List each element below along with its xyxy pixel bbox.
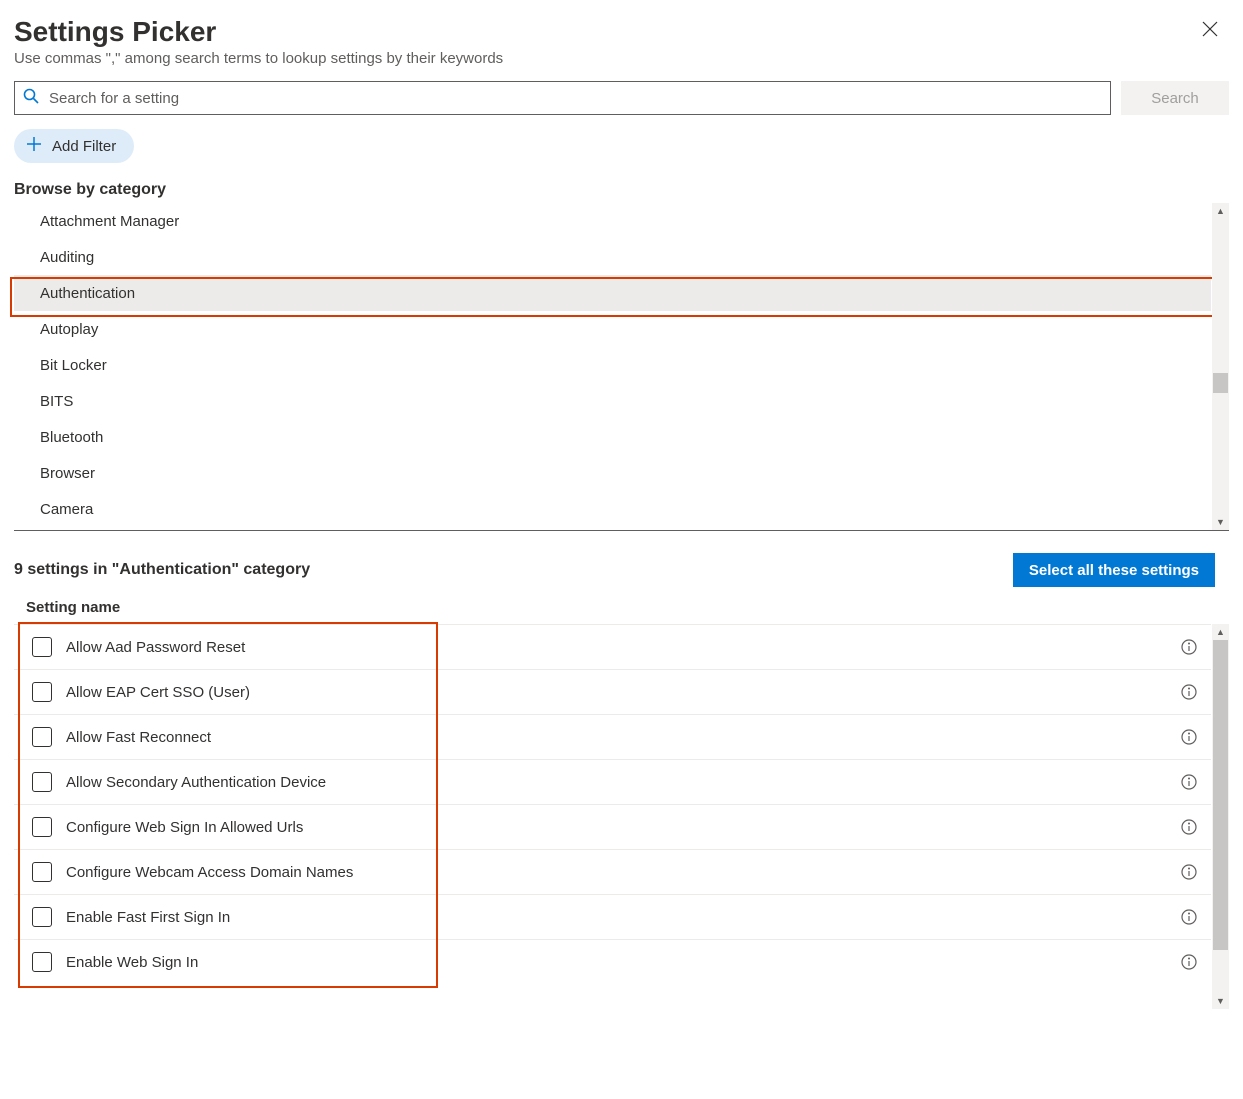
category-item[interactable]: Bluetooth <box>14 419 1211 455</box>
setting-checkbox[interactable] <box>32 772 52 792</box>
setting-row: Enable Web Sign In <box>14 939 1211 984</box>
settings-scrollbar[interactable]: ▲ ▼ <box>1212 624 1229 1009</box>
search-icon <box>23 88 47 109</box>
setting-checkbox[interactable] <box>32 727 52 747</box>
search-button[interactable]: Search <box>1121 81 1229 115</box>
info-icon[interactable] <box>1181 954 1197 970</box>
setting-row: Configure Web Sign In Allowed Urls <box>14 804 1211 849</box>
category-item[interactable]: Autoplay <box>14 311 1211 347</box>
page-title: Settings Picker <box>14 16 1229 48</box>
setting-name: Allow Secondary Authentication Device <box>66 774 1181 791</box>
setting-name: Configure Webcam Access Domain Names <box>66 864 1181 881</box>
setting-row: Allow EAP Cert SSO (User) <box>14 669 1211 714</box>
category-item[interactable]: Camera <box>14 491 1211 527</box>
settings-list: Allow Aad Password Reset Allow EAP Cert S… <box>14 624 1211 1009</box>
info-icon[interactable] <box>1181 729 1197 745</box>
scroll-thumb[interactable] <box>1213 373 1228 393</box>
search-input[interactable] <box>47 89 1102 108</box>
setting-name: Enable Web Sign In <box>66 954 1181 971</box>
setting-checkbox[interactable] <box>32 952 52 972</box>
category-item[interactable]: Browser <box>14 455 1211 491</box>
scroll-up-icon[interactable]: ▲ <box>1212 624 1229 640</box>
scroll-up-icon[interactable]: ▲ <box>1212 203 1229 219</box>
info-icon[interactable] <box>1181 774 1197 790</box>
setting-row: Allow Secondary Authentication Device <box>14 759 1211 804</box>
category-list: Attachment ManagerAuditingAuthentication… <box>14 203 1211 530</box>
setting-name: Allow Fast Reconnect <box>66 729 1181 746</box>
category-item[interactable]: Auditing <box>14 239 1211 275</box>
select-all-button[interactable]: Select all these settings <box>1013 553 1215 587</box>
category-item[interactable]: Bit Locker <box>14 347 1211 383</box>
setting-checkbox[interactable] <box>32 682 52 702</box>
setting-checkbox[interactable] <box>32 817 52 837</box>
setting-checkbox[interactable] <box>32 637 52 657</box>
scroll-down-icon[interactable]: ▼ <box>1212 514 1229 530</box>
setting-name: Allow EAP Cert SSO (User) <box>66 684 1181 701</box>
page-subtitle: Use commas "," among search terms to loo… <box>14 50 1229 67</box>
setting-row: Enable Fast First Sign In <box>14 894 1211 939</box>
setting-name: Configure Web Sign In Allowed Urls <box>66 819 1181 836</box>
info-icon[interactable] <box>1181 909 1197 925</box>
browse-label: Browse by category <box>14 181 1229 199</box>
setting-name: Allow Aad Password Reset <box>66 639 1181 656</box>
setting-row: Allow Aad Password Reset <box>14 624 1211 669</box>
setting-checkbox[interactable] <box>32 862 52 882</box>
category-item[interactable]: Authentication <box>14 275 1211 311</box>
category-scrollbar[interactable]: ▲ ▼ <box>1212 203 1229 530</box>
add-filter-label: Add Filter <box>52 138 116 155</box>
scroll-thumb[interactable] <box>1213 640 1228 950</box>
info-icon[interactable] <box>1181 684 1197 700</box>
info-icon[interactable] <box>1181 864 1197 880</box>
add-filter-button[interactable]: Add Filter <box>14 129 134 163</box>
column-header: Setting name <box>14 599 1229 616</box>
category-item[interactable]: BITS <box>14 383 1211 419</box>
category-item[interactable]: Attachment Manager <box>14 203 1211 239</box>
setting-row: Configure Webcam Access Domain Names <box>14 849 1211 894</box>
results-summary: 9 settings in "Authentication" category <box>14 561 310 579</box>
plus-icon <box>26 136 42 156</box>
scroll-down-icon[interactable]: ▼ <box>1212 993 1229 1009</box>
search-input-container[interactable] <box>14 81 1111 115</box>
setting-name: Enable Fast First Sign In <box>66 909 1181 926</box>
setting-row: Allow Fast Reconnect <box>14 714 1211 759</box>
info-icon[interactable] <box>1181 639 1197 655</box>
setting-checkbox[interactable] <box>32 907 52 927</box>
info-icon[interactable] <box>1181 819 1197 835</box>
close-icon[interactable] <box>1201 20 1219 43</box>
